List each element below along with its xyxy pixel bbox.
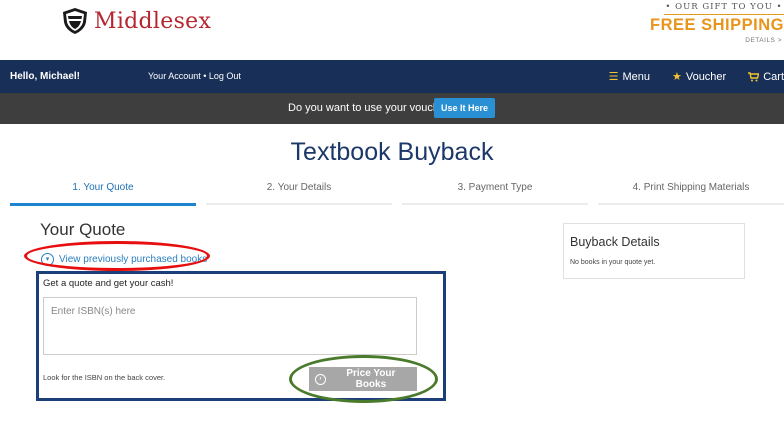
cart-icon (748, 71, 760, 81)
page-title: Textbook Buyback (290, 138, 494, 166)
quote-heading: Your Quote (40, 220, 126, 239)
star-icon: ★ (671, 71, 682, 83)
voucher-banner: Do you want to use your voucher? Use It … (0, 93, 784, 124)
use-voucher-button[interactable]: Use It Here (434, 98, 496, 118)
cart-label: Cart (763, 70, 784, 83)
nav-actions: ☰ Menu ★ Voucher Cart (587, 60, 784, 93)
step-your-quote[interactable]: 1. Your Quote (10, 177, 196, 206)
step-payment-type[interactable]: 3. Payment Type (402, 177, 588, 205)
log-out-link[interactable]: Log Out (209, 71, 241, 81)
quote-prompt: Get a quote and get your cash! (43, 278, 174, 289)
voucher-label: Voucher (685, 70, 727, 83)
highlight-oval-red (24, 241, 210, 271)
hamburger-menu-icon: ☰ (608, 71, 619, 83)
user-greeting: Hello, Michael! (10, 71, 81, 82)
step-print-shipping[interactable]: 4. Print Shipping Materials (598, 177, 784, 205)
main-navbar: Hello, Michael! Your Account • Log Out ☰… (0, 60, 784, 93)
site-header: Middlesex • OUR GIFT TO YOU • FREE SHIPP… (0, 0, 784, 60)
promo-details-link[interactable]: DETAILS > (644, 37, 784, 44)
menu-button[interactable]: ☰ Menu (608, 70, 650, 84)
shield-logo-icon (63, 8, 87, 34)
highlight-oval-green (289, 355, 438, 403)
cart-button[interactable]: Cart (748, 71, 784, 83)
menu-label: Menu (622, 70, 650, 83)
isbn-input[interactable] (43, 297, 417, 355)
buyback-details-card (563, 223, 745, 279)
your-account-link[interactable]: Your Account (148, 71, 201, 81)
buyback-details-title: Buyback Details (570, 235, 660, 249)
free-shipping-promo[interactable]: • OUR GIFT TO YOU • FREE SHIPPING DETAIL… (644, 2, 784, 44)
progress-steps: 1. Your Quote 2. Your Details 3. Payment… (10, 177, 784, 206)
buyback-empty-message: No books in your quote yet. (570, 259, 656, 266)
site-logo[interactable]: Middlesex (62, 7, 211, 35)
isbn-hint: Look for the ISBN on the back cover. (43, 373, 166, 382)
step-your-details[interactable]: 2. Your Details (206, 177, 392, 205)
logo-text: Middlesex (94, 8, 212, 34)
promo-headline: FREE SHIPPING (650, 16, 784, 34)
promo-tagline: • OUR GIFT TO YOU • (664, 2, 784, 15)
voucher-button[interactable]: ★ Voucher (671, 70, 727, 84)
voucher-question: Do you want to use your voucher? (288, 102, 455, 114)
nav-separator: • (203, 71, 207, 81)
account-links: Your Account • Log Out (148, 71, 241, 81)
